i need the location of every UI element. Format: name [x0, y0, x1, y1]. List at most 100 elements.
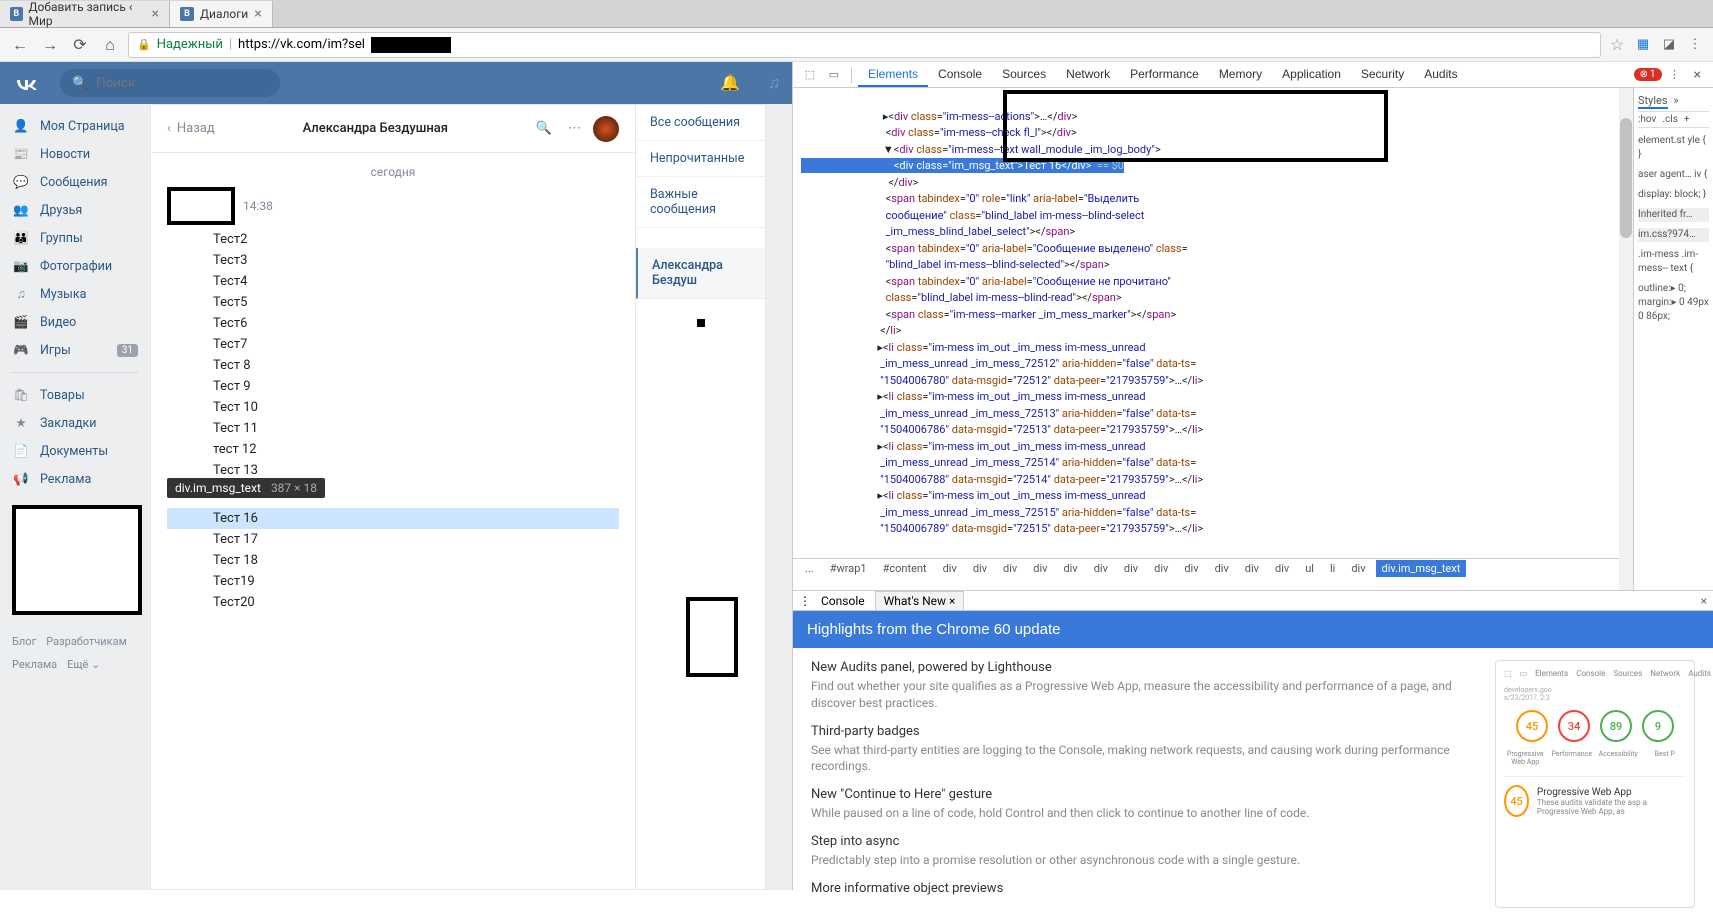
address-bar[interactable]: 🔒 Надежный | https://vk.com/im?sel — [128, 32, 1601, 58]
devtools-tab[interactable]: Elements — [858, 63, 928, 87]
avatar[interactable] — [593, 116, 619, 142]
vk-logo-icon[interactable] — [12, 68, 42, 98]
close-icon[interactable]: × — [152, 6, 159, 22]
close-icon[interactable]: × — [1701, 594, 1707, 608]
sidebar-item[interactable]: 📄Документы — [0, 437, 150, 465]
message-item[interactable]: Тест 9 — [167, 376, 619, 397]
breadcrumb-item[interactable]: div — [1118, 560, 1144, 577]
filter-unread[interactable]: Непрочитанные — [636, 141, 765, 177]
breadcrumb-item[interactable]: div.im_msg_text — [1376, 560, 1467, 577]
bookmark-icon[interactable]: ☆ — [1607, 35, 1627, 55]
message-item[interactable]: Тест 10 — [167, 397, 619, 418]
close-icon[interactable]: × — [254, 6, 261, 22]
device-icon[interactable]: ▭ — [823, 64, 845, 86]
breadcrumb-item[interactable]: div — [1027, 560, 1053, 577]
search-input[interactable] — [96, 76, 273, 91]
devtools-tab[interactable]: Network — [1056, 63, 1120, 87]
breadcrumb-item[interactable]: div — [1345, 560, 1371, 577]
breadcrumb-item[interactable]: #wrap1 — [824, 560, 873, 577]
music-icon[interactable]: ♫ — [768, 73, 780, 93]
breadcrumb-item[interactable]: div — [1178, 560, 1204, 577]
sidebar-item[interactable]: 📰Новости — [0, 140, 150, 168]
drawer-tab-whatsnew[interactable]: What's New × — [875, 591, 965, 610]
message-item[interactable]: Тест20 — [167, 592, 619, 613]
breadcrumb-item[interactable]: div — [1148, 560, 1174, 577]
filter-important[interactable]: Важные сообщения — [636, 177, 765, 228]
breadcrumb-item[interactable]: ul — [1299, 560, 1320, 577]
sidebar-item[interactable]: 🎬Видео — [0, 308, 150, 336]
filter-all[interactable]: Все сообщения — [636, 105, 765, 141]
message-item[interactable]: Тест6 — [167, 313, 619, 334]
sidebar-item[interactable]: 🎮Игры31 — [0, 336, 150, 364]
devtools-tab[interactable]: Security — [1351, 63, 1414, 87]
add-icon[interactable]: + — [1684, 114, 1690, 125]
devtools-tab[interactable]: Performance — [1120, 63, 1209, 87]
sidebar-item[interactable]: 👥Друзья — [0, 196, 150, 224]
styles-tab[interactable]: Styles — [1638, 94, 1668, 109]
breadcrumb-item[interactable]: #content — [877, 560, 933, 577]
chat-body[interactable]: сегодня 14:38 Тест2Тест3Тест4Тест5Тест6Т… — [151, 153, 635, 889]
sidebar-item[interactable]: 👤Моя Страница — [0, 112, 150, 140]
breadcrumb-item[interactable]: div — [1269, 560, 1295, 577]
scrollbar[interactable] — [1619, 88, 1633, 590]
message-item[interactable]: Тест5 — [167, 292, 619, 313]
sidebar-item[interactable]: ♫Музыка — [0, 280, 150, 308]
breadcrumb-item[interactable]: div — [1239, 560, 1265, 577]
breadcrumb-item[interactable]: div — [1088, 560, 1114, 577]
breadcrumb-item[interactable]: div — [967, 560, 993, 577]
message-item[interactable]: Тест 8 — [167, 355, 619, 376]
message-item[interactable]: Тест 17 — [167, 529, 619, 550]
more-icon[interactable]: ⋯ — [568, 121, 581, 136]
sidebar-item[interactable]: 📷Фотографии — [0, 252, 150, 280]
message-item[interactable]: Тест 18 — [167, 550, 619, 571]
footer-link[interactable]: Разработчикам — [46, 635, 127, 648]
menu-icon[interactable]: ⋮ — [799, 594, 811, 608]
inspect-icon[interactable]: ⬚ — [799, 64, 821, 86]
breadcrumb[interactable]: ...#wrap1#contentdivdivdivdivdivdivdivdi… — [793, 558, 1633, 578]
message-item[interactable]: Тест 16 — [167, 508, 619, 529]
drawer-tab-console[interactable]: Console — [813, 592, 873, 610]
footer-link[interactable]: Ещё ⌄ — [67, 658, 100, 671]
cls-toggle[interactable]: .cls — [1662, 114, 1677, 125]
extension-icon[interactable]: ▦ — [1633, 35, 1653, 55]
message-item[interactable]: тест 12 — [167, 439, 619, 460]
browser-tab[interactable]: B Добавить запись ‹ Мир × — [0, 1, 170, 27]
sidebar-item[interactable]: 💬Сообщения — [0, 168, 150, 196]
message-item[interactable]: Тест2 — [167, 229, 619, 250]
back-button[interactable]: ← — [8, 33, 32, 57]
footer-link[interactable]: Блог — [12, 635, 36, 648]
forward-button[interactable]: → — [38, 33, 62, 57]
extension-icon[interactable]: ◪ — [1659, 35, 1679, 55]
menu-icon[interactable]: ⋮ — [1664, 64, 1686, 86]
styles-panel[interactable]: Styles » :hov .cls + element.st yle { }a… — [1633, 88, 1713, 590]
message-item[interactable]: Тест3 — [167, 250, 619, 271]
devtools-tab[interactable]: Audits — [1414, 63, 1467, 87]
elements-tree[interactable]: ▸<div class="im-mess--actions">…</div> <… — [793, 88, 1633, 590]
devtools-tab[interactable]: Console — [928, 63, 992, 87]
sidebar-item[interactable]: 📢Реклама — [0, 465, 150, 493]
menu-icon[interactable]: ⋮ — [1685, 35, 1705, 55]
back-button[interactable]: ‹ Назад — [167, 121, 215, 136]
message-item[interactable]: Тест19 — [167, 571, 619, 592]
breadcrumb-item[interactable]: ... — [799, 560, 820, 577]
breadcrumb-item[interactable]: div — [937, 560, 963, 577]
close-icon[interactable]: × — [949, 594, 955, 608]
search-icon[interactable]: 🔍 — [536, 121, 552, 136]
close-icon[interactable]: × — [1694, 67, 1701, 83]
chat-item[interactable]: Александра Бездуш — [636, 248, 765, 299]
notifications-icon[interactable]: 🔔 — [720, 73, 740, 93]
message-item[interactable]: Тест7 — [167, 334, 619, 355]
devtools-tab[interactable]: Application — [1272, 63, 1351, 87]
reload-button[interactable]: ⟳ — [68, 33, 92, 57]
breadcrumb-item[interactable]: div — [1057, 560, 1083, 577]
browser-tab[interactable]: B Диалоги × — [170, 1, 273, 27]
error-badge[interactable]: ⊗ 1 — [1634, 68, 1662, 81]
hov-toggle[interactable]: :hov — [1638, 114, 1656, 125]
devtools-tab[interactable]: Memory — [1209, 63, 1272, 87]
message-item[interactable]: Тест 11 — [167, 418, 619, 439]
breadcrumb-item[interactable]: li — [1324, 560, 1341, 577]
message-item[interactable]: Тест4 — [167, 271, 619, 292]
footer-link[interactable]: Реклама — [12, 658, 57, 671]
breadcrumb-item[interactable]: div — [997, 560, 1023, 577]
breadcrumb-item[interactable]: div — [1209, 560, 1235, 577]
